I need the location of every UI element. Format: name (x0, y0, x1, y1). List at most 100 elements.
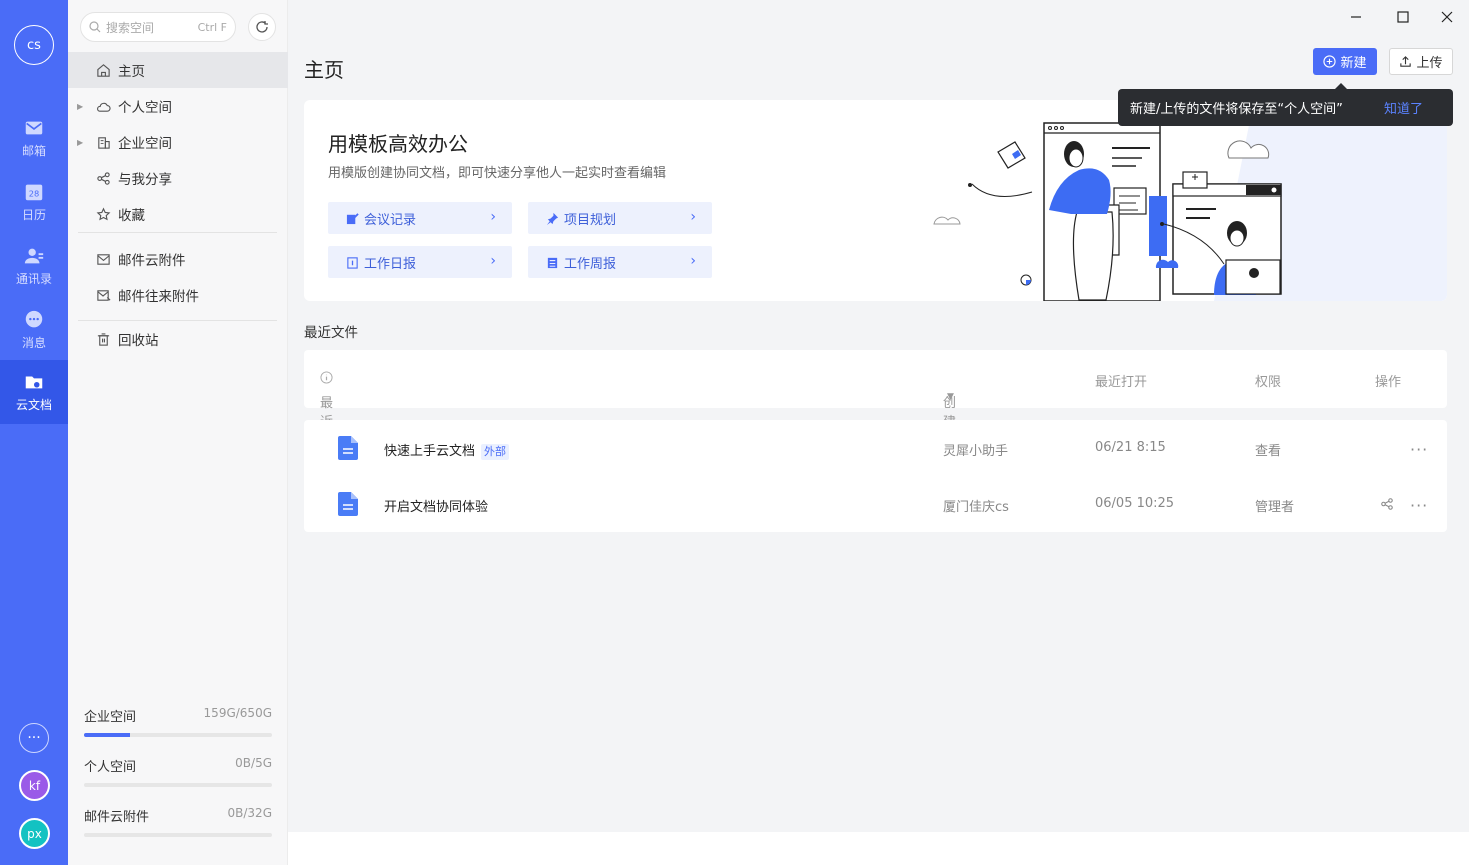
home-icon (97, 63, 110, 77)
quota-value: 0B/32G (227, 806, 272, 820)
save-location-tooltip: 新建/上传的文件将保存至“个人空间” 知道了 (1118, 83, 1453, 126)
search-shortcut: Ctrl F (197, 20, 227, 34)
rail-item-messages[interactable]: 消息 (0, 298, 68, 362)
bottom-bar (288, 832, 1469, 865)
table-row[interactable]: 快速上手云文档 外部 灵犀小助手 06/21 8:15 查看 ··· (304, 420, 1447, 476)
banner-subtitle: 用模版创建协同文档，即可快速分享他人一起实时查看编辑 (328, 166, 667, 181)
edit-icon (346, 212, 359, 224)
info-icon[interactable] (320, 371, 333, 384)
search-icon (89, 21, 101, 33)
share-icon (97, 171, 110, 185)
account-avatar-kf[interactable]: kf (19, 770, 50, 801)
sidebar-item-personal-space[interactable]: ▶ 个人空间 (68, 88, 288, 124)
template-banner: 用模板高效办公 用模版创建协同文档，即可快速分享他人一起实时查看编辑 会议记录 … (304, 100, 1447, 301)
chevron-right-icon: › (690, 209, 696, 225)
svg-text:28: 28 (29, 189, 40, 199)
more-apps-button[interactable]: ··· (19, 723, 49, 753)
pin-icon (546, 212, 559, 225)
close-button[interactable] (1437, 7, 1457, 27)
sidebar-item-recycle-bin[interactable]: 回收站 (68, 321, 288, 357)
chevron-right-icon: › (490, 209, 496, 225)
template-project-plan[interactable]: 项目规划 › (528, 202, 712, 234)
mail-outline-icon (97, 253, 110, 265)
page-title: 主页 (304, 58, 344, 82)
quota-value: 0B/5G (235, 756, 272, 770)
more-actions-button[interactable]: ··· (1410, 496, 1428, 515)
building-icon (98, 136, 110, 149)
share-file-icon[interactable] (1380, 497, 1394, 511)
sidebar-item-mail-cloud-attachments[interactable]: 邮件云附件 (68, 241, 288, 277)
refresh-button[interactable] (248, 13, 276, 41)
quota-label: 企业空间 (84, 710, 137, 725)
quota-enterprise: 企业空间 159G/650G (84, 706, 272, 737)
sidebar-item-favorites[interactable]: 收藏 (68, 196, 288, 232)
quota-bar (84, 833, 272, 837)
col-header-permission: 权限 (1255, 375, 1282, 390)
quota-label: 个人空间 (84, 760, 137, 775)
maximize-icon (1397, 11, 1409, 23)
calendar-icon: 28 (25, 184, 43, 201)
more-actions-button[interactable]: ··· (1410, 440, 1428, 459)
expand-caret-icon[interactable]: ▶ (77, 138, 83, 147)
external-tag: 外部 (481, 444, 510, 460)
quota-bar (84, 783, 272, 787)
minimize-icon (1351, 16, 1361, 18)
expand-caret-icon[interactable]: ▶ (77, 102, 83, 111)
search-box[interactable]: 搜索空间 Ctrl F (80, 12, 236, 42)
recent-section-title: 最近文件 (304, 325, 358, 341)
col-header-opened: 最近打开 (1095, 375, 1148, 390)
tooltip-text: 新建/上传的文件将保存至“个人空间” (1130, 102, 1343, 117)
sidebar-divider (78, 232, 277, 233)
mail-attachment-icon (97, 289, 111, 301)
app-rail: cs 邮箱 28 日历 通讯录 消息 云文档 ··· kf px (0, 0, 68, 865)
sidebar-item-mail-exchange-attachments[interactable]: 邮件往来附件 (68, 277, 288, 313)
file-creator: 厦门佳庆cs (943, 500, 1009, 515)
template-meeting-notes[interactable]: 会议记录 › (328, 202, 512, 234)
file-opened: 06/05 10:25 (1095, 496, 1175, 511)
tooltip-dismiss-link[interactable]: 知道了 (1384, 98, 1423, 117)
quota-value: 159G/650G (203, 706, 272, 720)
mail-icon (25, 121, 43, 135)
file-permission: 查看 (1255, 444, 1282, 459)
file-permission: 管理者 (1255, 500, 1295, 515)
star-icon (96, 207, 111, 220)
main-content: 主页 新建 上传 用模板高效办公 用模版创建协同文档，即可快速分享他人一起实时查… (288, 0, 1469, 832)
sidebar-item-enterprise-space[interactable]: ▶ 企业空间 (68, 124, 288, 160)
col-header-actions: 操作 (1375, 375, 1402, 390)
minimize-button[interactable] (1346, 7, 1366, 27)
rail-item-cloud-docs[interactable]: 云文档 (0, 360, 68, 424)
table-row[interactable]: 开启文档协同体验 厦门佳庆cs 06/05 10:25 管理者 ··· (304, 476, 1447, 532)
upload-icon (1400, 56, 1412, 67)
sidebar-item-home[interactable]: 主页 (68, 52, 288, 88)
calendar-week-icon (547, 257, 558, 268)
maximize-button[interactable] (1393, 7, 1413, 27)
contacts-icon (24, 248, 44, 264)
recent-table: 快速上手云文档 外部 灵犀小助手 06/21 8:15 查看 ··· 开启文档协同… (304, 420, 1447, 532)
message-icon (25, 310, 43, 328)
quota-label: 邮件云附件 (84, 810, 150, 825)
file-name[interactable]: 快速上手云文档 外部 (384, 440, 510, 460)
new-button[interactable]: 新建 (1313, 48, 1377, 75)
col-header-name: 最近文件 (320, 371, 333, 468)
template-weekly-report[interactable]: 工作周报 › (528, 246, 712, 278)
document-icon (338, 492, 358, 516)
sort-down-icon: ▼ (947, 392, 954, 402)
user-avatar[interactable]: cs (14, 25, 54, 65)
quota-mail-cloud: 邮件云附件 0B/32G (84, 806, 272, 837)
account-avatar-px[interactable]: px (19, 818, 50, 849)
rail-item-contacts[interactable]: 通讯录 (0, 234, 68, 298)
trash-icon (97, 332, 110, 346)
rail-item-mail[interactable]: 邮箱 (0, 106, 68, 170)
plus-circle-icon (1323, 55, 1337, 68)
refresh-icon (256, 21, 268, 33)
file-name[interactable]: 开启文档协同体验 (384, 496, 488, 515)
cloud-icon (97, 102, 111, 112)
sidebar: 搜索空间 Ctrl F 主页 ▶ 个人空间 ▶ 企业空间 与我分享 收藏 邮件云… (68, 0, 288, 865)
sidebar-item-shared-with-me[interactable]: 与我分享 (68, 160, 288, 196)
document-icon (338, 436, 358, 460)
search-input[interactable]: 搜索空间 (106, 19, 198, 36)
template-daily-report[interactable]: 工作日报 › (328, 246, 512, 278)
quota-personal: 个人空间 0B/5G (84, 756, 272, 787)
rail-item-calendar[interactable]: 28 日历 (0, 170, 68, 234)
upload-button[interactable]: 上传 (1389, 48, 1453, 75)
